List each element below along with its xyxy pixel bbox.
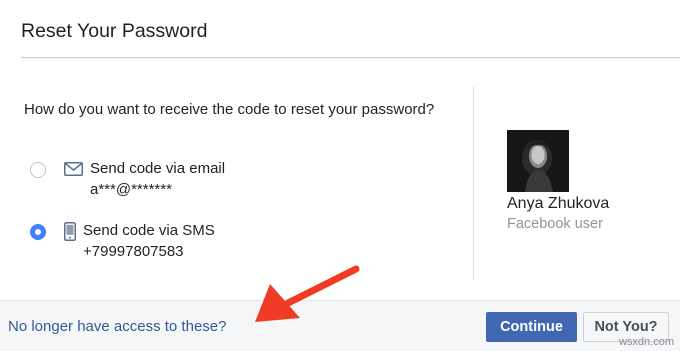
continue-button[interactable]: Continue	[486, 312, 577, 342]
email-radio-button[interactable]	[30, 162, 46, 178]
sms-option-label: Send code via SMS	[83, 222, 215, 239]
sms-option[interactable]: Send code via SMS +79997807583	[0, 220, 460, 280]
envelope-icon	[64, 162, 83, 181]
dialog-footer: No longer have access to these? Continue…	[0, 300, 680, 351]
no-access-link[interactable]: No longer have access to these?	[8, 318, 226, 335]
header-divider	[21, 57, 680, 58]
mobile-phone-icon	[64, 222, 76, 246]
profile-subtitle: Facebook user	[507, 216, 603, 232]
email-option[interactable]: Send code via email a***@*******	[0, 158, 460, 218]
sms-radio-button[interactable]	[30, 224, 46, 240]
avatar	[507, 130, 569, 192]
email-option-label: Send code via email	[90, 160, 226, 177]
profile-card: Anya Zhukova Facebook user	[507, 130, 677, 232]
vertical-divider	[473, 86, 474, 280]
reset-password-dialog: Reset Your Password How do you want to r…	[0, 0, 680, 351]
profile-name: Anya Zhukova	[507, 195, 610, 212]
watermark: wsxdn.com	[618, 336, 674, 348]
masked-email-value: a***@*******	[90, 181, 172, 198]
dialog-title: Reset Your Password	[21, 20, 208, 42]
reset-method-question: How do you want to receive the code to r…	[24, 101, 435, 118]
phone-number-value: +79997807583	[83, 243, 184, 260]
dialog-header: Reset Your Password	[0, 0, 680, 57]
